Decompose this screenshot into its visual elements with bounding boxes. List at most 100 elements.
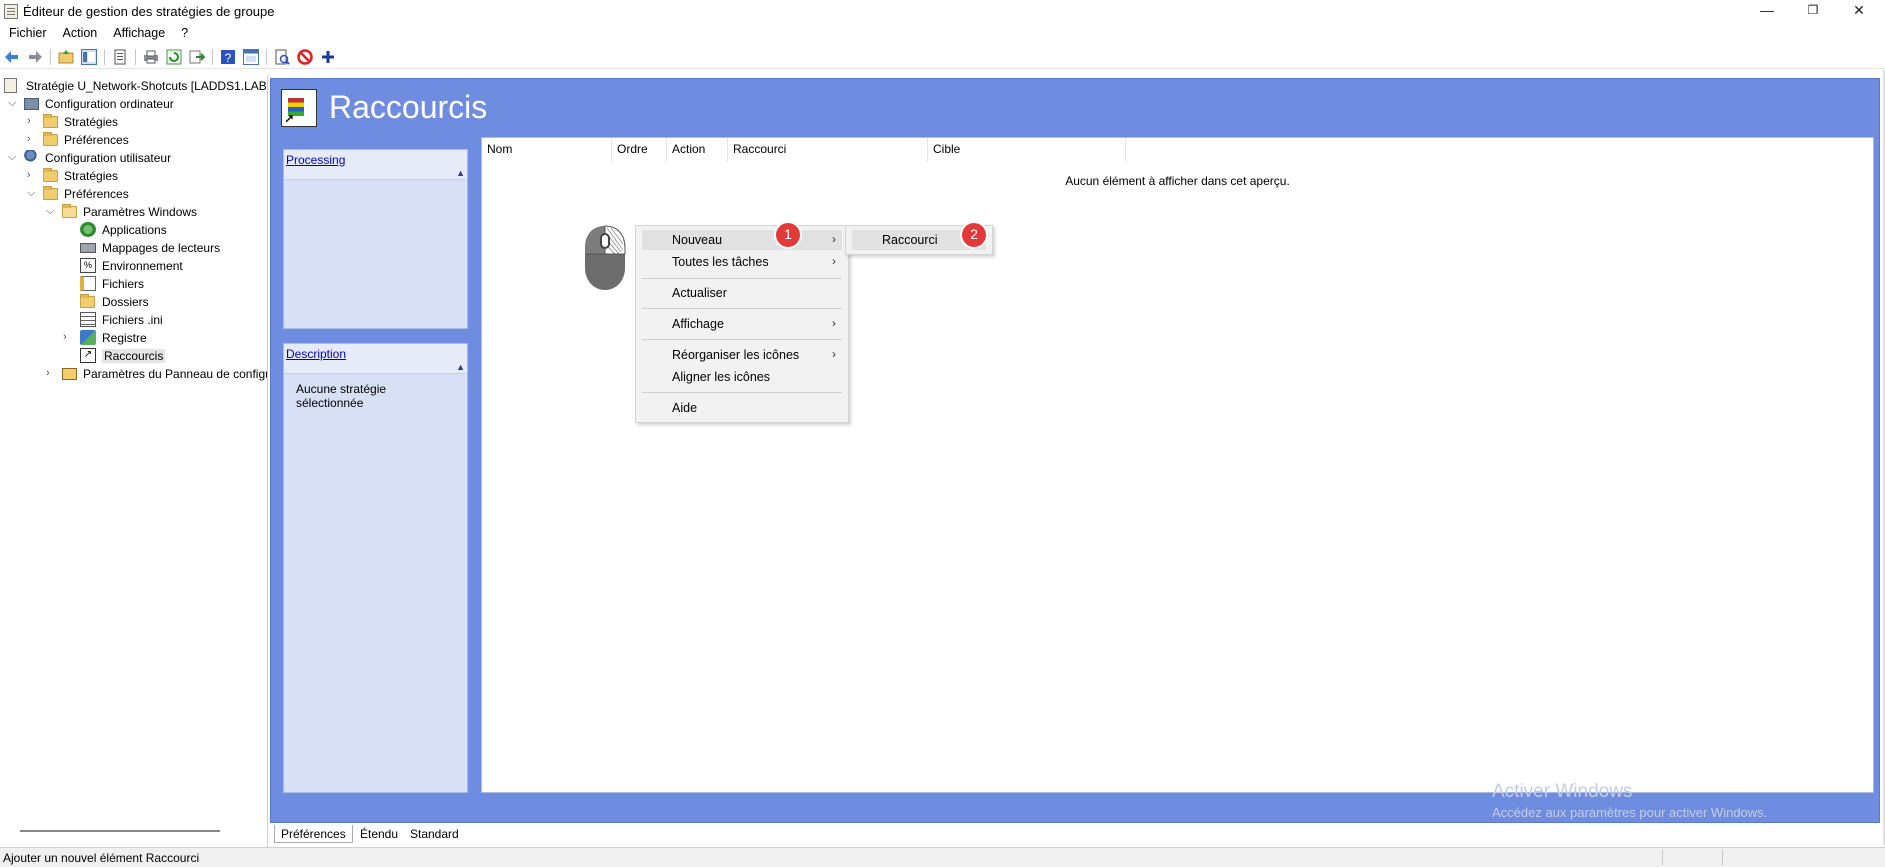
folder-icon: [43, 114, 58, 128]
menu-item-label: Toutes les tâches: [672, 255, 769, 269]
menu-separator: [642, 339, 842, 340]
context-menu: Nouveau › Toutes les tâches › Actualiser…: [635, 225, 849, 423]
tree-item-label: Fichiers .ini: [102, 313, 163, 327]
menu-separator: [642, 278, 842, 279]
watermark-subtitle: Accédez aux paramètres pour activer Wind…: [1492, 805, 1768, 820]
tree-item-label: Raccourcis: [102, 349, 166, 363]
toolbar-separator: [266, 49, 267, 65]
expand-chevron-icon[interactable]: ›: [63, 331, 73, 343]
tab-etendu[interactable]: Étendu: [354, 825, 404, 843]
menu-affichage[interactable]: Affichage: [104, 24, 172, 40]
add-icon[interactable]: [320, 49, 336, 65]
expand-chevron-icon[interactable]: ›: [27, 133, 37, 145]
applications-icon: [80, 222, 96, 237]
right-click-mouse-icon: [585, 225, 626, 290]
expand-chevron-icon[interactable]: ›: [27, 115, 37, 127]
submenu-chevron-icon: ›: [832, 347, 836, 361]
menu-bar: Fichier Action Affichage?: [0, 24, 1885, 44]
tree-horizontal-scrollbar[interactable]: [20, 830, 220, 832]
menu-item-affichage[interactable]: Affichage ›: [642, 314, 842, 334]
menu-item-actualiser[interactable]: Actualiser: [642, 283, 842, 303]
details-pane: Raccourcis Processing ▲ Description ▲ Au…: [270, 78, 1880, 823]
column-divider[interactable]: [927, 138, 928, 162]
tab-standard[interactable]: Standard: [404, 825, 465, 843]
step-badge-1: 1: [776, 223, 800, 247]
description-panel: Description ▲ Aucune stratégie sélection…: [283, 343, 468, 793]
toolbar-separator: [212, 49, 213, 65]
policy-document-icon: [4, 78, 17, 93]
status-divider: [1662, 850, 1663, 865]
refresh-icon[interactable]: [166, 49, 182, 65]
menu-item-toutes-les-taches[interactable]: Toutes les tâches ›: [642, 252, 842, 272]
tree-computer-config-label: Configuration ordinateur: [45, 97, 174, 111]
toolbar: ?: [0, 45, 1885, 69]
drive-map-icon: [80, 243, 96, 253]
description-link[interactable]: Description: [286, 347, 346, 361]
menu-item-aide[interactable]: Aide: [642, 398, 842, 418]
console-icon[interactable]: [243, 49, 259, 65]
menu-action[interactable]: Action: [54, 24, 105, 40]
menu-item-reorganiser-les-icones[interactable]: Réorganiser les icônes ›: [642, 345, 842, 365]
close-button[interactable]: ✕: [1836, 0, 1882, 22]
collapse-chevron-icon[interactable]: ⌵: [27, 187, 37, 199]
menu-item-nouveau[interactable]: Nouveau ›: [642, 230, 842, 250]
description-text: Aucune stratégie sélectionnée: [296, 382, 387, 410]
expand-chevron-icon[interactable]: ›: [27, 169, 37, 181]
submenu-chevron-icon: ›: [832, 254, 836, 268]
column-divider[interactable]: [727, 138, 728, 162]
collapse-chevron-icon[interactable]: ▲: [456, 168, 465, 178]
tree-user-config-label: Configuration utilisateur: [45, 151, 172, 165]
tree-windows-settings-label: Paramètres Windows: [83, 205, 198, 219]
collapse-chevron-icon[interactable]: ⌵: [46, 205, 56, 217]
empty-list-message: Aucun élément à afficher dans cet aperçu…: [1065, 174, 1290, 188]
collapse-chevron-icon[interactable]: ⌵: [8, 151, 18, 163]
shortcut-icon: ↗: [80, 348, 96, 363]
folder-icon: [80, 294, 95, 308]
watermark-title: Activer Windows: [1492, 781, 1633, 802]
environment-icon: %: [80, 258, 96, 273]
menu-help[interactable]: ?: [172, 24, 195, 40]
menu-item-label: Réorganiser les icônes: [672, 348, 800, 362]
menu-item-aligner-les-icones[interactable]: Aligner les icônes: [642, 367, 842, 387]
folder-icon: [43, 132, 58, 146]
open-folder-icon: [62, 204, 77, 218]
title-bar: Éditeur de gestion des stratégies de gro…: [0, 0, 1885, 24]
svg-text:?: ?: [225, 51, 232, 65]
up-folder-icon[interactable]: [58, 49, 74, 65]
column-header-cible[interactable]: Cible: [933, 142, 960, 156]
menu-item-label: Nouveau: [672, 233, 723, 247]
tree-cc-preferences-label: Préférences: [64, 133, 129, 147]
column-header-action[interactable]: Action: [672, 142, 705, 156]
tree-item-label: Fichiers: [102, 277, 145, 291]
print-icon[interactable]: [143, 49, 159, 65]
column-divider[interactable]: [611, 138, 612, 162]
column-header-nom[interactable]: Nom: [487, 142, 512, 156]
disable-icon[interactable]: [297, 49, 313, 65]
column-divider[interactable]: [666, 138, 667, 162]
menu-fichier[interactable]: Fichier: [0, 24, 54, 40]
export-icon[interactable]: [189, 49, 205, 65]
forward-icon[interactable]: [27, 49, 43, 65]
show-tree-icon[interactable]: [81, 49, 97, 65]
properties-icon[interactable]: [112, 49, 128, 65]
toolbar-separator: [135, 49, 136, 65]
expand-chevron-icon[interactable]: ›: [46, 367, 56, 379]
help-icon[interactable]: ?: [220, 49, 236, 65]
column-divider[interactable]: [1125, 138, 1126, 162]
column-header-ordre[interactable]: Ordre: [617, 142, 648, 156]
submenu-chevron-icon: ›: [832, 316, 836, 330]
back-icon[interactable]: [4, 49, 20, 65]
toolbar-separator: [104, 49, 105, 65]
processing-panel: Processing ▲: [283, 149, 468, 329]
minimize-button[interactable]: —: [1744, 0, 1790, 22]
submenu-item-label: Raccourci: [882, 233, 938, 247]
preview-icon[interactable]: [274, 49, 290, 65]
console-tree: Stratégie U_Network-Shotcuts [LADDS1.LAB…: [0, 75, 268, 847]
maximize-button[interactable]: ❐: [1790, 0, 1836, 22]
processing-link[interactable]: Processing: [286, 153, 345, 167]
collapse-chevron-icon[interactable]: ▲: [456, 362, 465, 372]
tab-preferences[interactable]: Préférences: [274, 825, 353, 843]
menu-item-label: Aligner les icônes: [672, 370, 770, 384]
collapse-chevron-icon[interactable]: ⌵: [8, 97, 18, 109]
column-header-raccourci[interactable]: Raccourci: [733, 142, 786, 156]
